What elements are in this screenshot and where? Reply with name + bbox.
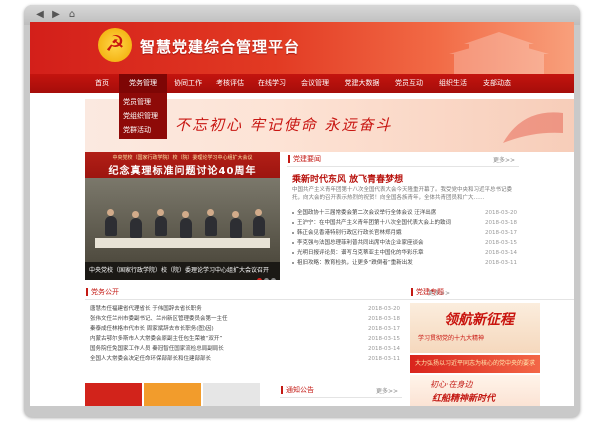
nav-item-home[interactable]: 首页 xyxy=(85,74,119,93)
news-list: 全国政协十三届常委会第二次会议举行全体会议 汪洋出席 2018-03-20 王沪宁… xyxy=(292,208,517,268)
dropdown-item-members[interactable]: 党员管理 xyxy=(119,95,167,109)
special-banner-policy[interactable]: 大力弘扬以习近平同志为核心的党中央的要求 xyxy=(410,355,540,373)
nav-item-collaboration[interactable]: 协同工作 xyxy=(167,74,209,93)
quick-tile-orange[interactable] xyxy=(144,383,201,406)
carousel-dot[interactable] xyxy=(257,278,262,280)
photo-caption: 中央党校（国家行政学院）校（院）委理论学习中心组扩大会议召开 xyxy=(85,262,280,280)
photo-figure xyxy=(180,218,192,238)
quick-tile-red[interactable] xyxy=(85,383,142,406)
quick-tile-grey[interactable] xyxy=(203,383,260,406)
photo-figure xyxy=(105,216,117,236)
dropdown-item-activities[interactable]: 党群活动 xyxy=(119,123,167,137)
page-viewport: ☭ 智慧党建综合管理平台 首页 党务管理 协同工作 考核评估 在线学习 会议管理… xyxy=(30,22,574,406)
photo-figure xyxy=(205,216,217,236)
party-emblem-icon: ☭ xyxy=(98,28,132,62)
publicity-item[interactable]: 全国人大常委会决定任命环保部部长和住建部部长 2018-03-11 xyxy=(90,354,400,364)
special-banner3-line2: 红船精神新时代 xyxy=(432,394,496,404)
news-more-link[interactable]: 更多>> xyxy=(493,155,515,164)
photo-figure xyxy=(230,218,242,238)
special-banner-title: 领航新征程 xyxy=(444,312,514,328)
carousel-dot[interactable] xyxy=(264,278,269,280)
home-icon[interactable]: ⌂ xyxy=(64,8,80,21)
meeting-photo xyxy=(85,178,280,262)
special-banner3-line1: 初心·在身边 xyxy=(430,380,473,389)
back-icon[interactable]: ◀ xyxy=(32,8,48,21)
news-item[interactable]: 祖旧攻略：教育检执，让更多“跌倒者”重新出发 2018-03-11 xyxy=(292,258,517,268)
publicity-item[interactable]: 秦泰成任林格市代市长 周家斌辞去市长职务(图)因) 2018-03-17 xyxy=(90,324,400,334)
special-banner-red-boat[interactable]: 初心·在身边 红船精神新时代 xyxy=(410,375,540,406)
slogan-text: 不忘初心 牢记使命 永远奋斗 xyxy=(175,116,393,134)
headline-summary: 中国共产主义青年团第十八次全国代表大会今天隆重开幕了。我受党中央和习近平总书记委… xyxy=(292,187,513,201)
headline-link[interactable]: 乘新时代东风 放飞青春梦想 xyxy=(292,172,517,185)
photo-figure xyxy=(253,216,265,236)
carousel-dots xyxy=(255,268,276,280)
nav-item-member-interaction[interactable]: 党员互动 xyxy=(387,74,431,93)
nav-item-big-data[interactable]: 党建大数据 xyxy=(337,74,387,93)
nav-item-org-life[interactable]: 组织生活 xyxy=(431,74,475,93)
main-nav: 首页 党务管理 协同工作 考核评估 在线学习 会议管理 党建大数据 党员互动 组… xyxy=(30,74,574,93)
news-panel-header: 党建要闻 更多>> xyxy=(287,152,519,167)
special-banner-subtitle: 学习贯彻党的十九大精神 xyxy=(418,335,485,342)
nav-item-online-learning[interactable]: 在线学习 xyxy=(251,74,293,93)
photo-news-carousel[interactable]: 中央党校（国家行政学院）校（院）委理论学习中心组扩大会议 纪念真理标准问题讨论4… xyxy=(85,152,280,280)
nav-item-meetings[interactable]: 会议管理 xyxy=(293,74,337,93)
dropdown-item-organizations[interactable]: 党组织管理 xyxy=(119,109,167,123)
notice-more-link[interactable]: 更多>> xyxy=(376,386,398,395)
meeting-table xyxy=(95,238,270,248)
notice-panel-header: 通知公告 更多>> xyxy=(280,383,402,398)
carousel-dot[interactable] xyxy=(271,278,276,280)
notice-panel-title: 通知公告 xyxy=(281,386,314,394)
nav-item-branch-news[interactable]: 支部动态 xyxy=(475,74,519,93)
news-item[interactable]: 光明日报评论员：谱写乌克蒂亚主中国化的华彩乐章 2018-03-14 xyxy=(292,248,517,258)
photo-banner-subtitle: 中央党校（国家行政学院）校（院）委理论学习中心组扩大会议 xyxy=(112,155,253,161)
site-title: 智慧党建综合管理平台 xyxy=(140,38,301,56)
forward-icon[interactable]: ▶ xyxy=(48,8,64,21)
site-banner: ☭ 智慧党建综合管理平台 xyxy=(30,22,574,74)
news-item[interactable]: 全国政协十三届常委会第二次会议举行全体会议 汪洋出席 2018-03-20 xyxy=(292,208,517,218)
photo-header-banner: 中央党校（国家行政学院）校（院）委理论学习中心组扩大会议 纪念真理标准问题讨论4… xyxy=(85,152,280,178)
news-item[interactable]: 韩正会见香港特别行政区行政长官林郑月娥 2018-03-17 xyxy=(292,228,517,238)
special-banner-new-journey[interactable]: 领航新征程 学习贯彻党的十九大精神 xyxy=(410,303,540,353)
publicity-list: 唐慧杰任福建省代理省长 于伟国辞去省长职务 2018-03-20 张伟文任兰州市委… xyxy=(90,304,400,364)
photo-banner-title: 纪念真理标准问题讨论40周年 xyxy=(108,166,257,177)
news-item[interactable]: 李克强与法国总理菲利普共同出席中法企业家座谈会 2018-03-15 xyxy=(292,238,517,248)
special-panel-title: 党建专题 xyxy=(411,288,444,296)
flag-decoration-icon xyxy=(503,112,563,143)
photo-figure xyxy=(130,218,142,238)
publicity-item[interactable]: 内蒙古鄂尔多斯市人大常委会原副主任包生荣被“双开” 2018-03-15 xyxy=(90,334,400,344)
nav-item-party-affairs[interactable]: 党务管理 xyxy=(119,74,167,93)
photo-figure xyxy=(155,216,167,236)
news-item[interactable]: 王沪宁：在中国共产主义青年团第十八次全国代表大会上的致词 2018-03-18 xyxy=(292,218,517,228)
publicity-item[interactable]: 唐慧杰任福建省代理省长 于伟国辞去省长职务 2018-03-20 xyxy=(90,304,400,314)
publicity-panel-header: 党务公开 更多>> xyxy=(85,285,450,300)
publicity-item[interactable]: 张伟文任兰州市委副书记、兰州新区管理委员会第一主任 2018-03-18 xyxy=(90,314,400,324)
special-panel-header: 党建专题 xyxy=(410,285,574,300)
nav-item-assessment[interactable]: 考核评估 xyxy=(209,74,251,93)
publicity-panel-title: 党务公开 xyxy=(86,288,119,296)
news-panel-title: 党建要闻 xyxy=(288,155,321,163)
tiananmen-silhouette-icon xyxy=(449,32,549,74)
publicity-item[interactable]: 国务院任免国家工作人员 秦冠智任国家流检总局副局长 2018-03-14 xyxy=(90,344,400,354)
party-affairs-dropdown: 党员管理 党组织管理 党群活动 xyxy=(119,93,167,139)
